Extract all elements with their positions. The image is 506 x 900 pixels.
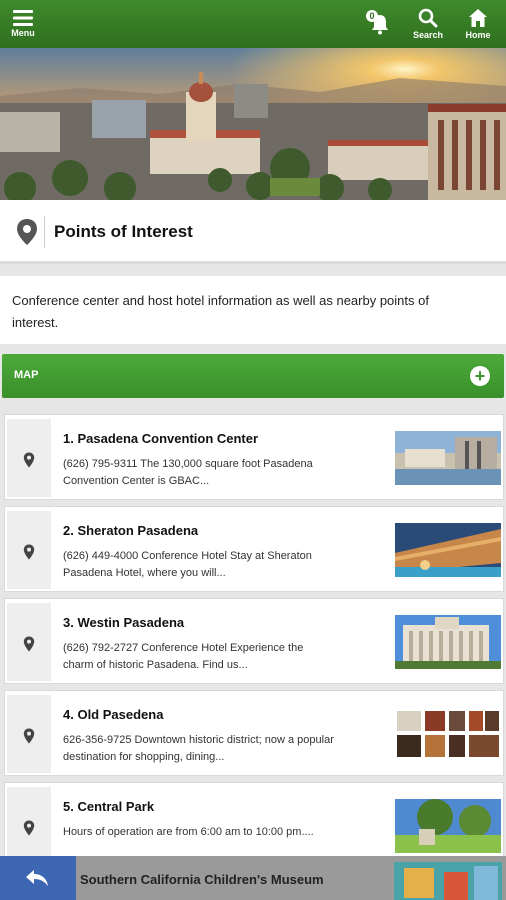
page-header: Points of Interest <box>0 200 506 264</box>
menu-label: Menu <box>11 28 35 38</box>
item-thumbnail <box>395 615 501 669</box>
search-icon <box>418 8 438 28</box>
item-title: 1. Pasadena Convention Center <box>63 431 259 446</box>
hero-image <box>0 48 506 200</box>
map-pin-icon <box>23 452 35 468</box>
item-description: (626) 795-9311 The 130,000 square foot P… <box>63 458 313 487</box>
item-thumbnail <box>395 707 501 761</box>
map-pin-icon <box>17 219 37 245</box>
item-title: 3. Westin Pasadena <box>63 615 185 630</box>
expand-plus-icon[interactable]: + <box>470 366 490 386</box>
search-button[interactable]: Search <box>410 0 446 48</box>
list-item[interactable]: 1. Pasadena Convention Center (626) 795-… <box>4 414 504 500</box>
map-pin-icon <box>23 544 35 560</box>
list-item[interactable]: 2. Sheraton Pasadena (626) 449-4000 Conf… <box>4 506 504 592</box>
map-label: MAP <box>14 369 39 381</box>
map-expander[interactable]: MAP + <box>2 354 504 398</box>
item-thumbnail <box>395 523 501 577</box>
map-pin-icon <box>23 820 35 836</box>
top-app-bar: Menu 0 Search Home <box>0 0 506 48</box>
page-description: Conference center and host hotel informa… <box>12 293 429 330</box>
page-title: Points of Interest <box>54 222 193 241</box>
item-description: (626) 792-2727 Conference Hotel Experien… <box>63 642 304 671</box>
pin-cell <box>7 787 51 865</box>
page-description-box: Conference center and host hotel informa… <box>0 276 506 344</box>
pin-cell <box>7 695 51 773</box>
map-pin-icon <box>23 636 35 652</box>
home-icon <box>469 9 487 27</box>
list-item[interactable]: 4. Old Pasedena 626-356-9725 Downtown hi… <box>4 690 504 776</box>
hamburger-icon <box>13 10 33 26</box>
list-item[interactable]: 3. Westin Pasadena (626) 792-2727 Confer… <box>4 598 504 684</box>
search-label: Search <box>412 30 444 40</box>
item-title: 2. Sheraton Pasadena <box>63 523 199 538</box>
notification-count-badge: 0 <box>366 10 378 22</box>
item-thumbnail <box>395 799 501 853</box>
map-pin-icon <box>23 728 35 744</box>
title-divider <box>44 216 45 248</box>
partial-list-item-title[interactable]: Southern California Children's Museum <box>80 872 324 887</box>
pin-cell <box>7 419 51 497</box>
pin-cell <box>7 511 51 589</box>
item-thumbnail <box>395 431 501 485</box>
item-title: 5. Central Park <box>63 799 155 814</box>
item-description: 626-356-9725 Downtown historic district;… <box>63 734 334 763</box>
item-title: 4. Old Pasedena <box>63 707 164 722</box>
menu-button[interactable]: Menu <box>4 0 42 48</box>
home-label: Home <box>465 30 491 40</box>
pin-cell <box>7 603 51 681</box>
item-thumbnail <box>394 862 502 900</box>
back-arrow-icon <box>26 870 48 886</box>
bottom-bar: Southern California Children's Museum <box>0 856 506 900</box>
back-button[interactable] <box>0 856 76 900</box>
notifications-button[interactable]: 0 <box>362 0 398 48</box>
item-description: Hours of operation are from 6:00 am to 1… <box>63 826 314 838</box>
home-button[interactable]: Home <box>458 0 498 48</box>
item-description: (626) 449-4000 Conference Hotel Stay at … <box>63 550 312 579</box>
